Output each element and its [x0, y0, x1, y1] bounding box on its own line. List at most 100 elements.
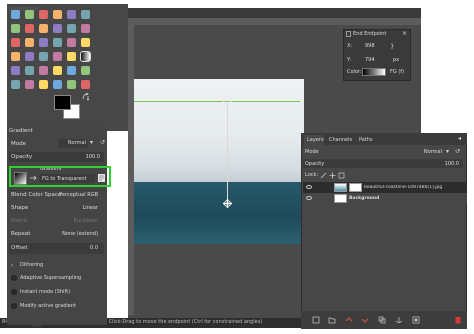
pencil-tool-icon[interactable]	[11, 66, 20, 75]
opacity-slider[interactable]: Opacity 100.0	[9, 152, 104, 162]
end-endpoint-title: End Endpoint	[353, 31, 387, 37]
text-tool-icon[interactable]	[53, 52, 62, 61]
foreground-select-tool-icon[interactable]	[11, 24, 20, 33]
new-layer-icon[interactable]	[312, 316, 320, 324]
y-value: 794	[365, 57, 375, 63]
shape-select[interactable]: Linear	[56, 205, 98, 213]
offset-label: Offset	[11, 245, 28, 251]
image-canvas[interactable]	[134, 79, 304, 244]
measure-tool-icon[interactable]	[67, 24, 76, 33]
warp-tool-icon[interactable]	[39, 52, 48, 61]
repeat-label: Repeat	[11, 231, 31, 237]
gradient-line[interactable]	[227, 100, 228, 204]
dithering-expander-icon[interactable]: ›	[11, 262, 17, 269]
new-layer-group-icon[interactable]	[328, 316, 336, 324]
crop-tool-icon[interactable]	[25, 38, 34, 47]
flip-tool-icon[interactable]	[11, 52, 20, 61]
y-field[interactable]: 794	[363, 56, 388, 64]
dock-menu-icon[interactable]: ◂	[458, 135, 465, 142]
fuzzy-select-tool-icon[interactable]	[53, 10, 62, 19]
dodge-tool-icon[interactable]	[39, 80, 48, 89]
cage-tool-icon[interactable]	[25, 52, 34, 61]
mode-select[interactable]: Normal	[58, 139, 88, 148]
gradient-selector-highlight	[9, 166, 111, 187]
align-tool-icon[interactable]	[11, 38, 20, 47]
mode-select-value: Normal	[67, 140, 86, 146]
layers-opacity-slider[interactable]: Opacity 100.0	[303, 159, 463, 168]
bucket-fill-tool-icon[interactable]	[67, 52, 76, 61]
metric-select[interactable]: Euclidean	[56, 218, 98, 226]
scissors-select-tool-icon[interactable]	[81, 10, 90, 19]
layers-mode-menu-icon[interactable]: ▾	[446, 148, 453, 155]
eraser-tool-icon[interactable]	[39, 66, 48, 75]
airbrush-tool-icon[interactable]	[53, 66, 62, 75]
anchor-layer-icon[interactable]	[395, 316, 403, 324]
tool-options-title: Gradient	[9, 128, 33, 134]
duplicate-layer-icon[interactable]	[378, 316, 386, 324]
modify-active-gradient-checkbox[interactable]	[11, 303, 17, 309]
lock-position-icon[interactable]	[329, 172, 336, 179]
delete-layer-icon[interactable]	[454, 316, 462, 324]
layer-mask-thumbnail	[349, 183, 362, 192]
horizontal-ruler[interactable]	[128, 18, 421, 25]
offset-slider[interactable]: Offset 0.0	[9, 243, 104, 254]
move-tool-icon[interactable]	[81, 24, 90, 33]
gradient-end-handle[interactable]	[223, 199, 232, 208]
close-icon[interactable]: ×	[402, 30, 409, 37]
scale-tool-icon[interactable]	[53, 38, 62, 47]
instant-mode-label: Instant mode (Shift)	[20, 289, 71, 295]
shear-tool-icon[interactable]	[67, 38, 76, 47]
mode-menu-icon[interactable]: ▾	[90, 139, 98, 148]
foreground-color-swatch[interactable]	[54, 95, 71, 110]
lock-alpha-icon[interactable]	[338, 172, 345, 179]
tab-paths[interactable]: Paths	[356, 135, 376, 145]
endpoint-color-swatch[interactable]	[362, 68, 386, 76]
mode-reset-icon[interactable]: ↺	[100, 139, 108, 148]
blur-tool-icon[interactable]	[53, 80, 62, 89]
tab-layers[interactable]: Layers	[304, 135, 324, 145]
tab-layers-label: Layers	[307, 137, 324, 143]
zoom-tool-icon[interactable]	[53, 24, 62, 33]
lock-pixels-icon[interactable]	[320, 172, 327, 179]
clone-tool-icon[interactable]	[81, 66, 90, 75]
scissors-tool-icon[interactable]	[67, 80, 76, 89]
gradient-tool-icon[interactable]	[80, 51, 91, 62]
adaptive-supersampling-checkbox[interactable]	[11, 275, 17, 281]
endpoint-color-select[interactable]: FG (f)	[388, 68, 407, 76]
add-mask-icon[interactable]	[412, 316, 420, 324]
instant-mode-checkbox[interactable]	[11, 289, 17, 295]
paths-tool-icon[interactable]	[25, 24, 34, 33]
x-field[interactable]: 998	[363, 42, 388, 50]
tab-channels[interactable]: Channels	[326, 135, 354, 145]
layers-mode-label: Mode	[305, 149, 319, 155]
heal-tool-icon[interactable]	[11, 80, 20, 89]
eye-icon[interactable]	[306, 185, 312, 189]
ellipse-select-tool-icon[interactable]	[25, 10, 34, 19]
lock-label: Lock:	[305, 172, 319, 178]
rect-select-tool-icon[interactable]	[11, 10, 20, 19]
lower-layer-icon[interactable]	[361, 316, 369, 324]
paintbrush-tool-icon[interactable]	[25, 66, 34, 75]
repeat-select[interactable]: None (extend)	[56, 231, 98, 239]
free-select-tool-icon[interactable]	[39, 10, 48, 19]
horizontal-guide[interactable]	[134, 101, 300, 102]
levels-tool-icon[interactable]	[81, 80, 90, 89]
color-select-tool-icon[interactable]	[67, 10, 76, 19]
ink-tool-icon[interactable]	[67, 66, 76, 75]
smudge-tool-icon[interactable]	[25, 80, 34, 89]
layers-mode-reset-icon[interactable]: ↺	[455, 148, 462, 155]
chain-icon[interactable]	[390, 42, 398, 50]
mode-label: Mode	[11, 141, 26, 147]
color-picker-tool-icon[interactable]	[39, 24, 48, 33]
swap-colors-icon[interactable]	[82, 92, 90, 101]
perspective-tool-icon[interactable]	[81, 38, 90, 47]
layer-name[interactable]: Background	[349, 196, 429, 203]
eye-icon[interactable]	[306, 196, 312, 200]
layer-name[interactable]: beautiful-coastline-1097480[1].jpg	[364, 185, 464, 192]
raise-layer-icon[interactable]	[345, 316, 353, 324]
blend-color-space-select[interactable]: Perceptual RGB	[56, 192, 98, 200]
rotate-tool-icon[interactable]	[39, 38, 48, 47]
layers-mode-select[interactable]: Normal	[420, 149, 442, 156]
gradient-start-handle[interactable]	[223, 96, 232, 105]
unit-select[interactable]: px	[391, 56, 405, 64]
